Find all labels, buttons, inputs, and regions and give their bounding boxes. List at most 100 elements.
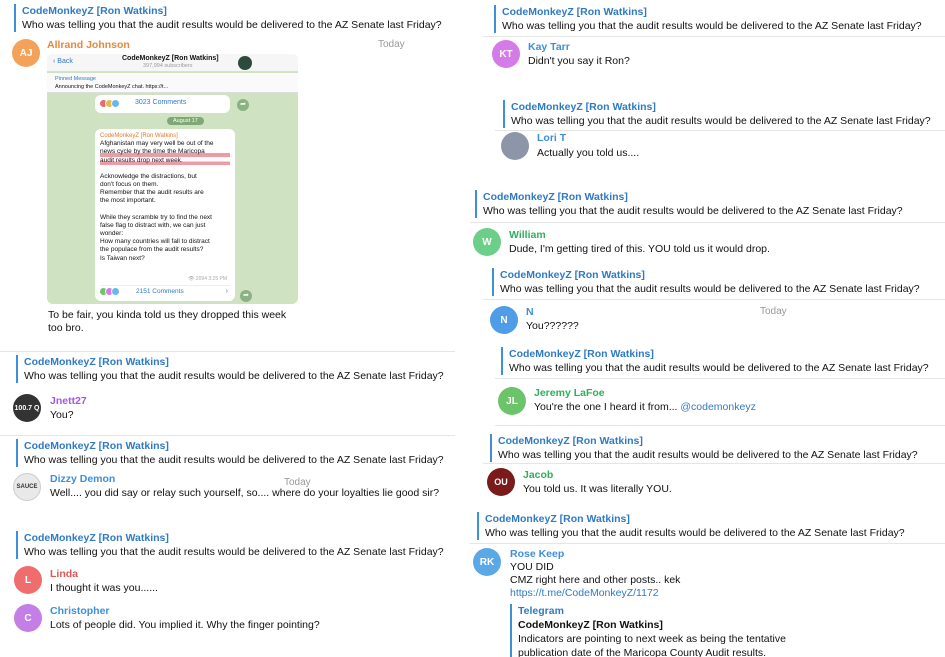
quote-author: CodeMonkeyZ [Ron Watkins] (483, 191, 628, 203)
sender-name[interactable]: Lori T (537, 132, 566, 144)
right-panel: CodeMonkeyZ [Ron Watkins] Who was tellin… (455, 0, 945, 657)
sender-name[interactable]: Jacob (523, 469, 553, 481)
sender-name[interactable]: Rose Keep (510, 548, 564, 560)
sender-name[interactable]: Kay Tarr (528, 41, 570, 53)
reply-quote[interactable]: CodeMonkeyZ [Ron Watkins] Who was tellin… (16, 355, 444, 383)
avatar[interactable]: AJ (12, 39, 40, 67)
quote-text: Who was telling you that the audit resul… (498, 449, 918, 461)
avatar[interactable]: OU (487, 468, 515, 496)
avatar[interactable]: 100.7 Q (13, 394, 41, 422)
post-line: Afghanistan may very well be out of the (100, 140, 214, 148)
post-line: Remember that the audit results are (100, 189, 204, 197)
message-text[interactable]: You told us. It was literally YOU. (523, 483, 672, 496)
sender-name[interactable]: Linda (50, 568, 78, 580)
quote-author: CodeMonkeyZ [Ron Watkins] (485, 513, 630, 525)
quote-text: Who was telling you that the audit resul… (483, 205, 903, 217)
post-timestamp: 👁 2094 3:25 PM (188, 275, 227, 282)
divider (483, 299, 945, 300)
reply-quote[interactable]: CodeMonkeyZ [Ron Watkins] Who was tellin… (494, 5, 922, 33)
avatar[interactable]: C (14, 604, 42, 632)
date-pill: August 17 (167, 117, 204, 125)
post-line: How many countries will fall to distract (100, 238, 210, 246)
quote-author: CodeMonkeyZ [Ron Watkins] (511, 101, 656, 113)
message-text[interactable]: I thought it was you...... (50, 582, 158, 595)
message-text[interactable]: You? (50, 409, 74, 422)
quote-text: Who was telling you that the audit resul… (24, 454, 444, 466)
pinned-text: Announcing the CodeMonkeyZ chat. https:/… (55, 84, 169, 90)
message-text[interactable]: Didn't you say it Ron? (528, 55, 630, 68)
post-line: don't focus on them. (100, 181, 159, 189)
message-text[interactable]: You?????? (526, 320, 579, 333)
link-preview[interactable]: Telegram CodeMonkeyZ [Ron Watkins] Indic… (510, 604, 786, 657)
divider (0, 351, 455, 352)
sender-name[interactable]: Jeremy LaFoe (534, 387, 605, 399)
chevron-right-icon: › (225, 288, 228, 295)
screenshot-header: ‹ Back CodeMonkeyZ [Ron Watkins] 397,994… (47, 54, 298, 72)
message-text[interactable]: You're the one I heard it from... @codem… (534, 401, 756, 414)
channel-avatar (238, 56, 252, 70)
reply-quote[interactable]: CodeMonkeyZ [Ron Watkins] Who was tellin… (503, 100, 931, 128)
post-line: the populace from the audit results? (100, 246, 204, 254)
divider (0, 435, 455, 436)
sender-name[interactable]: Jnett27 (50, 395, 87, 407)
message-text[interactable]: Lots of people did. You implied it. Why … (50, 619, 320, 632)
reply-quote[interactable]: CodeMonkeyZ [Ron Watkins] Who was tellin… (16, 531, 444, 559)
preview-title: CodeMonkeyZ [Ron Watkins] (518, 619, 663, 631)
avatar[interactable]: N (490, 306, 518, 334)
sender-name[interactable]: N (526, 306, 534, 318)
message-link[interactable]: https://t.me/CodeMonkeyZ/1172 (510, 587, 680, 600)
reply-quote[interactable]: CodeMonkeyZ [Ron Watkins] Who was tellin… (490, 434, 918, 462)
preview-desc: Indicators are pointing to next week as … (518, 633, 786, 645)
post-line: wonder: (100, 230, 124, 238)
quote-author: CodeMonkeyZ [Ron Watkins] (22, 5, 167, 17)
quote-author: CodeMonkeyZ [Ron Watkins] (500, 269, 645, 281)
divider (470, 222, 945, 223)
message-text[interactable]: Well.... you did say or relay such yours… (50, 487, 439, 500)
post-line: While they scramble try to find the next (100, 213, 212, 221)
avatar[interactable] (501, 132, 529, 160)
avatar[interactable]: KT (492, 40, 520, 68)
quote-text: Who was telling you that the audit resul… (511, 115, 931, 127)
back-link: ‹ Back (53, 58, 73, 65)
mention-link[interactable]: @codemonkeyz (680, 401, 755, 413)
reply-quote[interactable]: CodeMonkeyZ [Ron Watkins] Who was tellin… (492, 268, 920, 296)
preview-desc: publication date of the Maricopa County … (518, 647, 767, 657)
reply-quote[interactable]: CodeMonkeyZ [Ron Watkins] Who was tellin… (477, 512, 905, 540)
divider (495, 378, 945, 379)
message-text[interactable]: YOU DID CMZ right here and other posts..… (510, 561, 680, 600)
reply-quote[interactable]: CodeMonkeyZ [Ron Watkins] Who was tellin… (501, 347, 929, 375)
quote-text: Who was telling you that the audit resul… (509, 362, 929, 374)
post-line: news cycle by the time the Maricopa (100, 148, 230, 157)
avatar[interactable]: L (14, 566, 42, 594)
reply-quote[interactable]: CodeMonkeyZ [Ron Watkins] Who was tellin… (14, 4, 442, 32)
reply-quote[interactable]: CodeMonkeyZ [Ron Watkins] Who was tellin… (16, 439, 444, 467)
forwarded-screenshot-image[interactable]: ‹ Back CodeMonkeyZ [Ron Watkins] 397,994… (47, 54, 298, 304)
post-line: audit results drop next week. (100, 156, 230, 165)
sender-name[interactable]: Dizzy Demon (50, 473, 115, 485)
post-line: false flag to distract with, we can just (100, 221, 206, 229)
avatar[interactable]: SAUCE (13, 473, 41, 501)
message-time: Today (378, 39, 405, 50)
quote-author: CodeMonkeyZ [Ron Watkins] (509, 348, 654, 360)
forward-icon: ➦ (240, 290, 252, 302)
divider (483, 36, 945, 37)
reply-quote[interactable]: CodeMonkeyZ [Ron Watkins] Who was tellin… (475, 190, 903, 218)
sender-name[interactable]: Allrand Johnson (47, 39, 130, 51)
message-text[interactable]: Dude, I'm getting tired of this. YOU tol… (509, 243, 770, 256)
quote-author: CodeMonkeyZ [Ron Watkins] (24, 440, 169, 452)
message-text[interactable]: Actually you told us.... (537, 147, 639, 160)
message-text[interactable]: To be fair, you kinda told us they dropp… (48, 309, 286, 335)
left-panel: CodeMonkeyZ [Ron Watkins] Who was tellin… (0, 0, 455, 657)
sender-name[interactable]: Christopher (50, 605, 110, 617)
post-author: CodeMonkeyZ [Ron Watkins] (100, 133, 178, 139)
avatar[interactable]: RK (473, 548, 501, 576)
avatar[interactable]: W (473, 228, 501, 256)
quote-text: Who was telling you that the audit resul… (24, 370, 444, 382)
avatar[interactable]: JL (498, 387, 526, 415)
comments-count: 2151 Comments (136, 288, 184, 295)
quote-author: CodeMonkeyZ [Ron Watkins] (24, 532, 169, 544)
quote-author: CodeMonkeyZ [Ron Watkins] (498, 435, 643, 447)
sender-name[interactable]: William (509, 229, 546, 241)
quote-author: CodeMonkeyZ [Ron Watkins] (24, 356, 169, 368)
quote-author: CodeMonkeyZ [Ron Watkins] (502, 6, 647, 18)
